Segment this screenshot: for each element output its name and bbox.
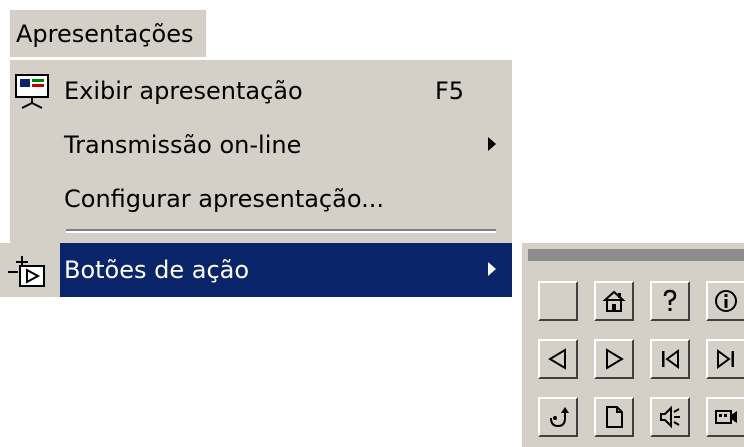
menu-title-apresentacoes[interactable]: Apresentações	[10, 10, 206, 57]
slideshow-icon	[12, 73, 52, 109]
action-button-return[interactable]	[538, 397, 578, 437]
action-button-movie[interactable]	[706, 397, 744, 437]
action-button-document[interactable]	[594, 397, 634, 437]
action-button-sound[interactable]	[650, 397, 690, 437]
return-icon	[550, 407, 569, 428]
information-icon	[715, 290, 737, 312]
action-button-forward[interactable]	[594, 339, 634, 379]
sound-icon	[660, 405, 680, 429]
document-icon	[606, 406, 623, 428]
menu-title-label: Apresentações	[16, 19, 194, 48]
menu-item-shortcut: F5	[435, 77, 465, 105]
menu-separator	[66, 229, 496, 233]
menu-item-botoes-de-acao[interactable]: Botões de ação	[0, 243, 512, 297]
movie-icon	[715, 410, 737, 424]
action-button-custom[interactable]	[538, 281, 578, 321]
beginning-icon	[662, 349, 679, 369]
action-button-back[interactable]	[538, 339, 578, 379]
action-button-home[interactable]	[594, 281, 634, 321]
action-button-end[interactable]	[706, 339, 744, 379]
submenu-arrow-icon	[488, 137, 496, 151]
menu-item-label: Configurar apresentação...	[64, 185, 384, 213]
menu-item-label: Exibir apresentação	[64, 77, 303, 105]
menu-item-transmissao-on-line[interactable]: Transmissão on-line	[10, 118, 512, 172]
action-button-beginning[interactable]	[650, 339, 690, 379]
action-buttons-submenu	[520, 243, 744, 447]
menu-item-configurar-apresentacao[interactable]: Configurar apresentação...	[10, 172, 512, 226]
submenu-drag-handle[interactable]	[528, 249, 744, 261]
help-icon	[663, 289, 677, 311]
action-buttons-icon	[8, 252, 48, 288]
home-icon	[602, 290, 626, 312]
forward-next-icon	[606, 348, 624, 370]
back-previous-icon	[548, 348, 566, 370]
action-button-help[interactable]	[650, 281, 690, 321]
submenu-arrow-icon	[488, 262, 496, 276]
end-icon	[717, 349, 734, 369]
presentation-dropdown-menu: Exibir apresentação F5 Transmissão on-li…	[0, 60, 512, 297]
action-button-information[interactable]	[706, 281, 744, 321]
menu-item-label: Botões de ação	[64, 256, 250, 284]
menu-item-exibir-apresentacao[interactable]: Exibir apresentação F5	[10, 64, 512, 118]
menu-item-label: Transmissão on-line	[64, 131, 302, 159]
